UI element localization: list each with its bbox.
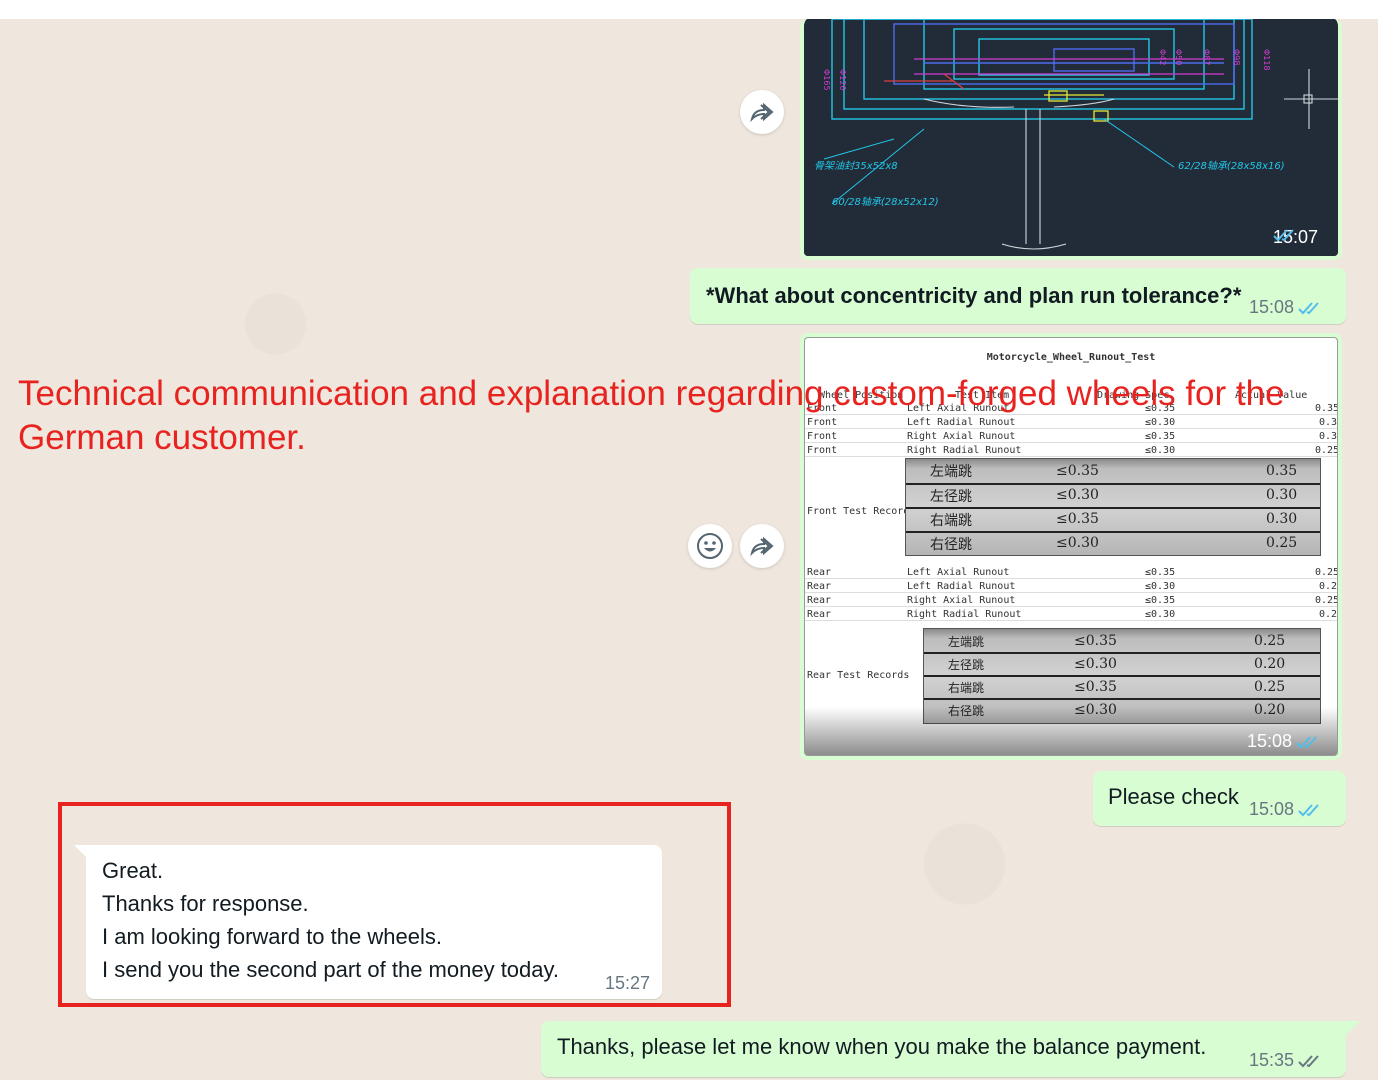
front-records-label: Front Test Records — [807, 506, 916, 517]
svg-text:Φ120: Φ120 — [838, 69, 847, 91]
top-bar — [0, 0, 1378, 19]
message-text: Please check — [1108, 784, 1239, 809]
incoming-message[interactable]: Great. Thanks for response. I am looking… — [86, 845, 662, 999]
message-time: 15:35 — [1248, 1050, 1294, 1070]
forward-button[interactable] — [740, 90, 784, 134]
message-meta: 15:07 — [1273, 227, 1318, 248]
message-meta: 15:35 — [1249, 1050, 1324, 1071]
message-line: Great. — [102, 858, 164, 883]
message-line: Thanks for response. — [102, 891, 309, 916]
annotation-line: Technical communication and explanation … — [18, 374, 1285, 413]
message-meta: 15:08 — [1247, 731, 1322, 752]
bubble-tail — [1346, 1021, 1360, 1035]
delivered-ticks-icon — [1298, 1054, 1319, 1067]
message-meta: 15:08 — [1249, 799, 1324, 820]
read-ticks-icon — [1273, 229, 1294, 242]
message-meta: 15:27 — [605, 973, 650, 994]
svg-text:Φ87: Φ87 — [1202, 49, 1211, 65]
react-emoji-button[interactable] — [688, 524, 732, 568]
message-meta: 15:08 — [1249, 297, 1324, 318]
cad-drawing: 骨架油封35x52x8 60/28轴承(28x52x12) 62/28轴承(28… — [804, 19, 1338, 256]
forward-button[interactable] — [740, 524, 784, 568]
message-time: 15:08 — [1248, 799, 1294, 819]
forward-icon — [750, 536, 774, 556]
message-text: *What about concentricity and plan run t… — [706, 283, 1242, 308]
message-text: Thanks, please let me know when you make… — [557, 1034, 1207, 1059]
svg-text:Φ42: Φ42 — [1158, 49, 1167, 65]
outgoing-message[interactable]: *What about concentricity and plan run t… — [690, 268, 1346, 324]
read-ticks-icon — [1298, 803, 1319, 816]
sheet-title: Motorcycle_Wheel_Runout_Test — [986, 352, 1156, 363]
forward-icon — [750, 102, 774, 122]
sheet-row: Rear Left Axial Runout ≤0.35 0.25 — [805, 567, 1338, 579]
annotation-caption: Technical communication and explanation … — [18, 372, 1318, 460]
sheet-row: Rear Left Radial Runout ≤0.30 0.2 — [805, 581, 1338, 593]
image-message-cad[interactable]: 骨架油封35x52x8 60/28轴承(28x52x12) 62/28轴承(28… — [800, 19, 1342, 260]
message-time: 15:08 — [1248, 297, 1294, 317]
message-line: I am looking forward to the wheels. — [102, 924, 442, 949]
message-time: 15:27 — [604, 973, 650, 993]
message-time: 15:08 — [1246, 731, 1292, 751]
message-line: I send you the second part of the money … — [102, 957, 559, 982]
cad-label-bearing-62: 62/28轴承(28x58x16) — [1178, 160, 1285, 172]
cad-label-bearing-60: 60/28轴承(28x52x12) — [832, 196, 939, 208]
svg-text:Φ98: Φ98 — [1232, 49, 1241, 65]
read-ticks-icon — [1296, 735, 1317, 748]
sheet-row: Rear Right Axial Runout ≤0.35 0.25 — [805, 595, 1338, 607]
svg-text:Φ118: Φ118 — [1262, 49, 1271, 71]
outgoing-message[interactable]: Thanks, please let me know when you make… — [541, 1021, 1346, 1077]
emoji-smile-icon — [697, 533, 723, 559]
read-ticks-icon — [1298, 301, 1319, 314]
outgoing-message[interactable]: Please check 15:08 — [1093, 771, 1346, 826]
message-text: Great. Thanks for response. I am looking… — [102, 854, 559, 986]
front-test-photo: 左端跳 ≤0.35 0.35 左径跳 ≤0.30 0.30 右端跳 ≤0.35 … — [905, 458, 1321, 556]
svg-text:Φ165: Φ165 — [822, 69, 831, 91]
sheet-row: Rear Right Radial Runout ≤0.30 0.2 — [805, 609, 1338, 621]
svg-text:Φ50: Φ50 — [1174, 49, 1183, 65]
cad-label-oil-seal: 骨架油封35x52x8 — [814, 160, 898, 172]
rear-records-label: Rear Test Records — [807, 670, 910, 681]
annotation-line: German customer. — [18, 418, 306, 457]
